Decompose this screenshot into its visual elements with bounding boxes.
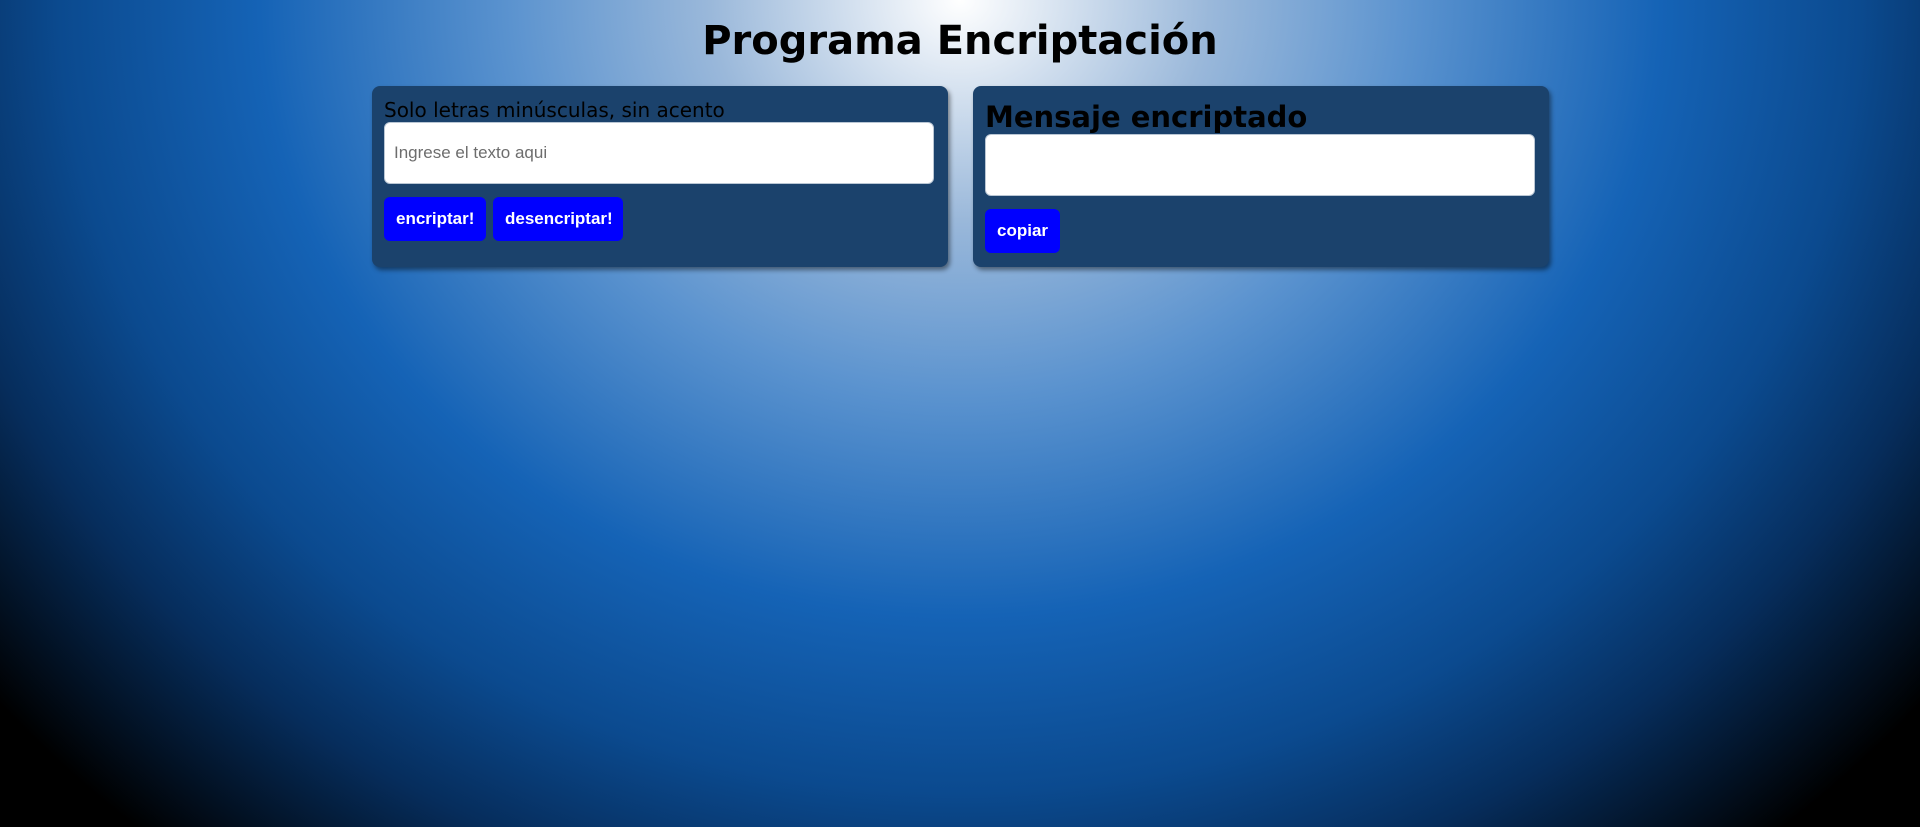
input-instruction-label: Solo letras minúsculas, sin acento (384, 98, 725, 122)
decrypt-button[interactable]: desencriptar! (493, 197, 623, 241)
page-title: Programa Encriptación (702, 18, 1218, 64)
text-input[interactable] (384, 122, 934, 184)
encrypted-output-field[interactable] (985, 134, 1535, 196)
encrypt-button[interactable]: encriptar! (384, 197, 486, 241)
copy-button[interactable]: copiar (985, 209, 1060, 253)
output-heading: Mensaje encriptado (985, 100, 1308, 134)
input-panel: Solo letras minúsculas, sin acento encri… (372, 86, 948, 267)
output-panel: Mensaje encriptado copiar (973, 86, 1549, 267)
